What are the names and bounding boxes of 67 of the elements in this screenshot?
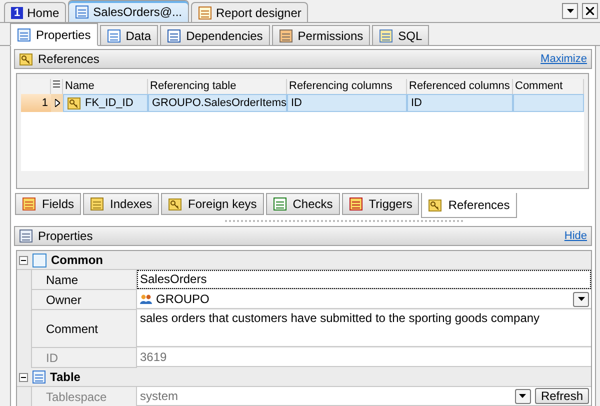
table-icon bbox=[17, 28, 31, 42]
properties-icon bbox=[19, 229, 33, 243]
tab[interactable]: Checks bbox=[266, 193, 340, 215]
column-header[interactable]: Name bbox=[63, 79, 148, 94]
property-name: Comment bbox=[31, 310, 137, 348]
tab-label: Report designer bbox=[216, 6, 302, 20]
property-name: Owner bbox=[31, 290, 137, 310]
table-icon bbox=[75, 4, 90, 18]
collapse-toggle[interactable] bbox=[19, 256, 28, 264]
column-header[interactable]: Referencing columns bbox=[287, 79, 407, 94]
property-value-field[interactable]: SalesOrders bbox=[137, 270, 591, 289]
minus-icon bbox=[21, 374, 26, 380]
table-cell: FK_ID_ID bbox=[63, 94, 148, 112]
maximize-link[interactable]: Maximize bbox=[540, 53, 587, 65]
folder-key-icon bbox=[19, 52, 33, 66]
report-icon bbox=[198, 6, 212, 20]
document-tab[interactable]: SalesOrders@... bbox=[68, 0, 190, 22]
caret-icon bbox=[519, 394, 526, 398]
property-value-field[interactable]: GROUPO bbox=[137, 290, 591, 309]
tab[interactable]: Properties bbox=[10, 23, 98, 46]
minus-icon bbox=[21, 258, 26, 262]
column-header[interactable]: Referenced columns bbox=[407, 79, 513, 94]
caret-icon bbox=[578, 297, 584, 301]
caret-icon bbox=[566, 9, 574, 13]
tab[interactable]: Data bbox=[100, 25, 158, 45]
tab[interactable]: Permissions bbox=[272, 25, 370, 45]
tab[interactable]: Triggers bbox=[342, 193, 420, 215]
group-title: Common bbox=[51, 253, 103, 267]
tab[interactable]: Indexes bbox=[83, 193, 160, 215]
key-icon bbox=[428, 198, 442, 212]
row-number: 1 bbox=[21, 94, 51, 112]
property-name: ID bbox=[31, 348, 137, 368]
key-icon bbox=[168, 197, 182, 211]
tab[interactable]: SQL bbox=[372, 25, 430, 45]
panel-title: Properties bbox=[38, 229, 94, 243]
number-badge: 1 bbox=[11, 6, 24, 18]
panel-title: References bbox=[38, 52, 100, 66]
square-icon bbox=[32, 252, 47, 268]
hide-link[interactable]: Hide bbox=[564, 230, 587, 242]
property-value-field[interactable]: sales orders that customers have submitted to the sporting goods company bbox=[137, 310, 591, 347]
tab[interactable]: Dependencies bbox=[160, 25, 270, 45]
key-icon bbox=[67, 96, 81, 110]
tab[interactable]: Fields bbox=[15, 193, 82, 215]
property-name: Name bbox=[31, 270, 137, 290]
table-cell: ID bbox=[287, 94, 407, 112]
property-name: Tablespace bbox=[31, 387, 137, 406]
column-chooser-header[interactable] bbox=[51, 79, 63, 94]
tab[interactable]: Foreign keys bbox=[161, 193, 264, 215]
collapse-toggle[interactable] bbox=[19, 372, 28, 382]
tab-label: Home bbox=[27, 6, 60, 20]
tab-label: SalesOrders@... bbox=[93, 4, 182, 18]
group-title: Table bbox=[50, 370, 80, 384]
document-tab[interactable]: 1 Home bbox=[4, 2, 66, 22]
column-header[interactable]: Referencing table bbox=[148, 79, 287, 94]
table-cell: GROUPO.SalesOrderItems bbox=[148, 94, 287, 112]
column-header[interactable]: Comment bbox=[513, 79, 584, 94]
close-icon bbox=[586, 7, 594, 15]
document-tab[interactable]: Report designer bbox=[191, 2, 308, 22]
close-button[interactable] bbox=[582, 3, 598, 19]
row-indicator-icon bbox=[54, 99, 60, 107]
table-cell: ID bbox=[407, 94, 513, 112]
tab[interactable]: References bbox=[421, 193, 517, 218]
table-icon bbox=[32, 370, 46, 384]
column-chooser-icon bbox=[53, 80, 60, 89]
table-cell bbox=[513, 94, 584, 112]
dropdown-button[interactable] bbox=[573, 292, 589, 306]
dropdown-button[interactable] bbox=[562, 3, 578, 19]
